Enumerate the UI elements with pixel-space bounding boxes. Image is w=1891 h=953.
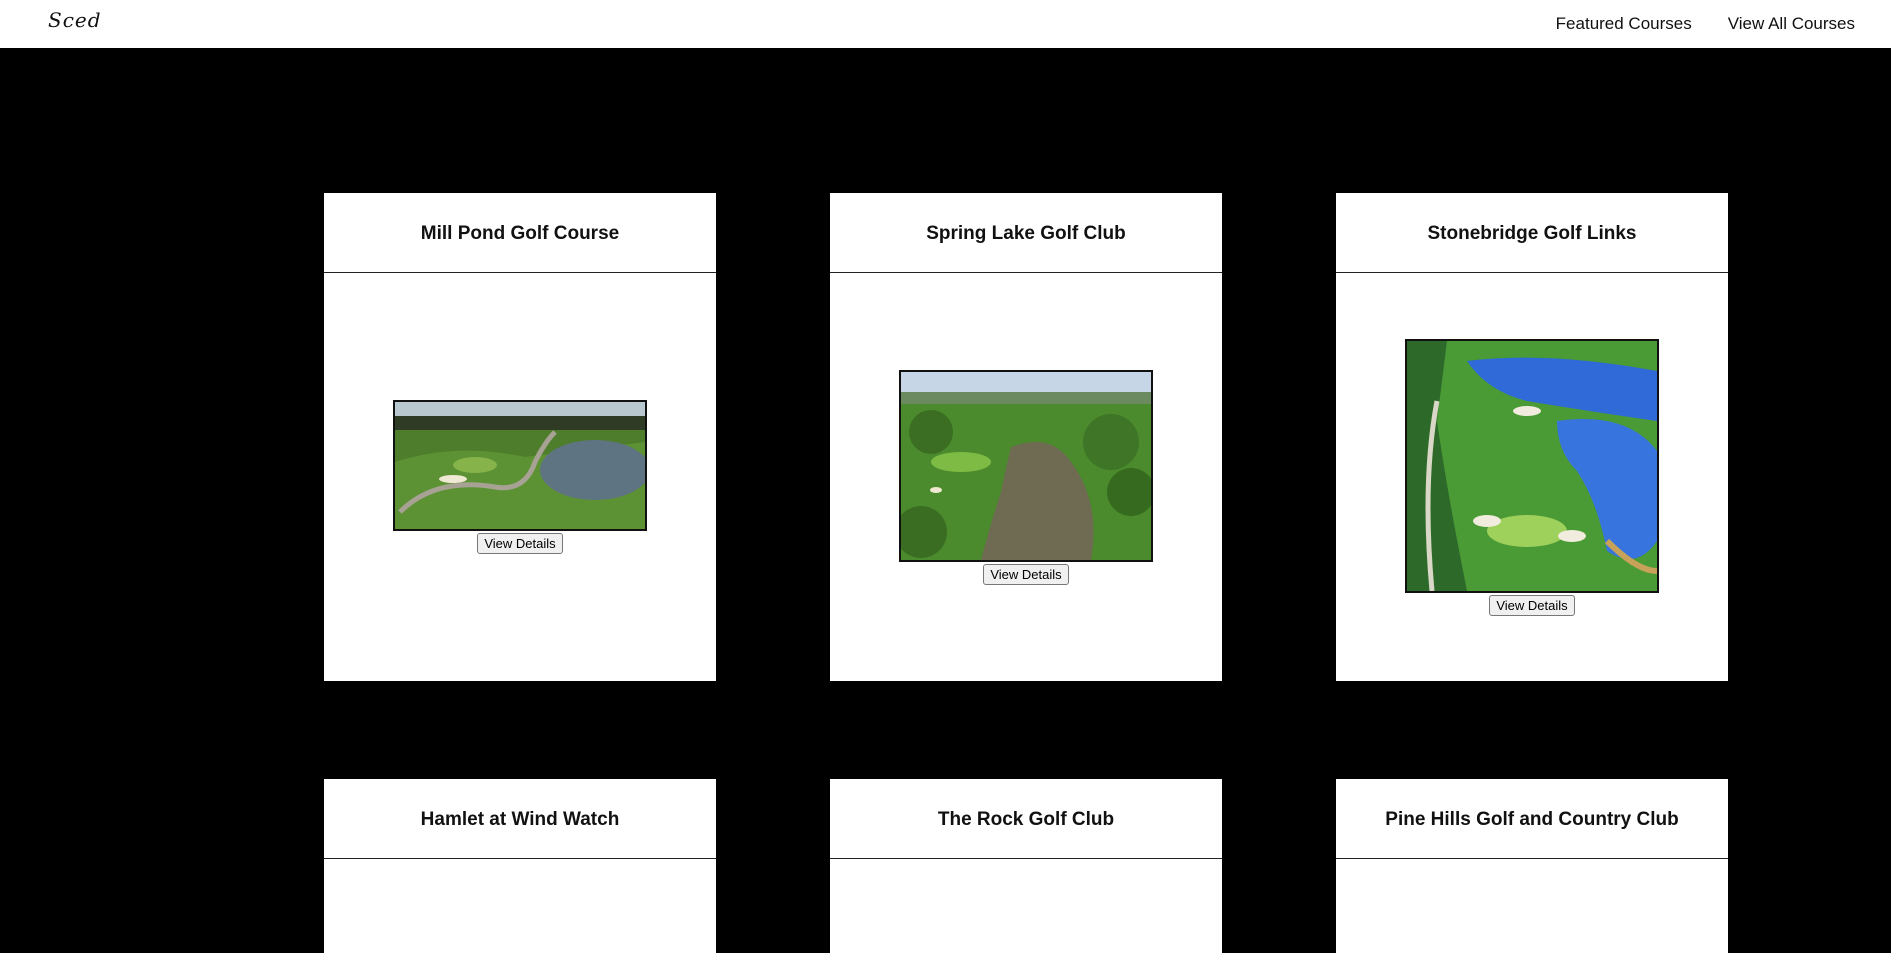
- view-details-button[interactable]: View Details: [1489, 594, 1575, 616]
- course-card-mill-pond: Mill Pond Golf Course View Details: [324, 193, 716, 681]
- site-logo[interactable]: Sced: [48, 8, 108, 34]
- course-title: Stonebridge Golf Links: [1336, 193, 1728, 273]
- course-image-spring-lake[interactable]: [899, 369, 1153, 562]
- course-card-pine-hills: Pine Hills Golf and Country Club: [1336, 779, 1728, 953]
- course-card-spring-lake: Spring Lake Golf Club View Details: [830, 193, 1222, 681]
- nav-featured-courses[interactable]: Featured Courses: [1556, 14, 1692, 34]
- course-card-stonebridge: Stonebridge Golf Links View Details: [1336, 193, 1728, 681]
- course-title: The Rock Golf Club: [830, 779, 1222, 859]
- course-card-hamlet: Hamlet at Wind Watch: [324, 779, 716, 953]
- course-image-stonebridge[interactable]: [1405, 338, 1659, 593]
- view-details-button[interactable]: View Details: [983, 563, 1069, 585]
- course-card-body: View Details: [830, 273, 1222, 681]
- course-title: Mill Pond Golf Course: [324, 193, 716, 273]
- course-title: Pine Hills Golf and Country Club: [1336, 779, 1728, 859]
- course-card-body: View Details: [324, 273, 716, 681]
- course-card-body: View Details: [1336, 273, 1728, 681]
- nav-view-all-courses[interactable]: View All Courses: [1728, 14, 1855, 34]
- course-card-the-rock: The Rock Golf Club: [830, 779, 1222, 953]
- view-details-button[interactable]: View Details: [477, 533, 563, 554]
- course-title: Spring Lake Golf Club: [830, 193, 1222, 273]
- course-image-mill-pond[interactable]: [393, 400, 647, 531]
- top-navigation-bar: Sced Featured Courses View All Courses: [0, 0, 1891, 48]
- course-title: Hamlet at Wind Watch: [324, 779, 716, 859]
- main-nav: Featured Courses View All Courses: [1556, 0, 1891, 48]
